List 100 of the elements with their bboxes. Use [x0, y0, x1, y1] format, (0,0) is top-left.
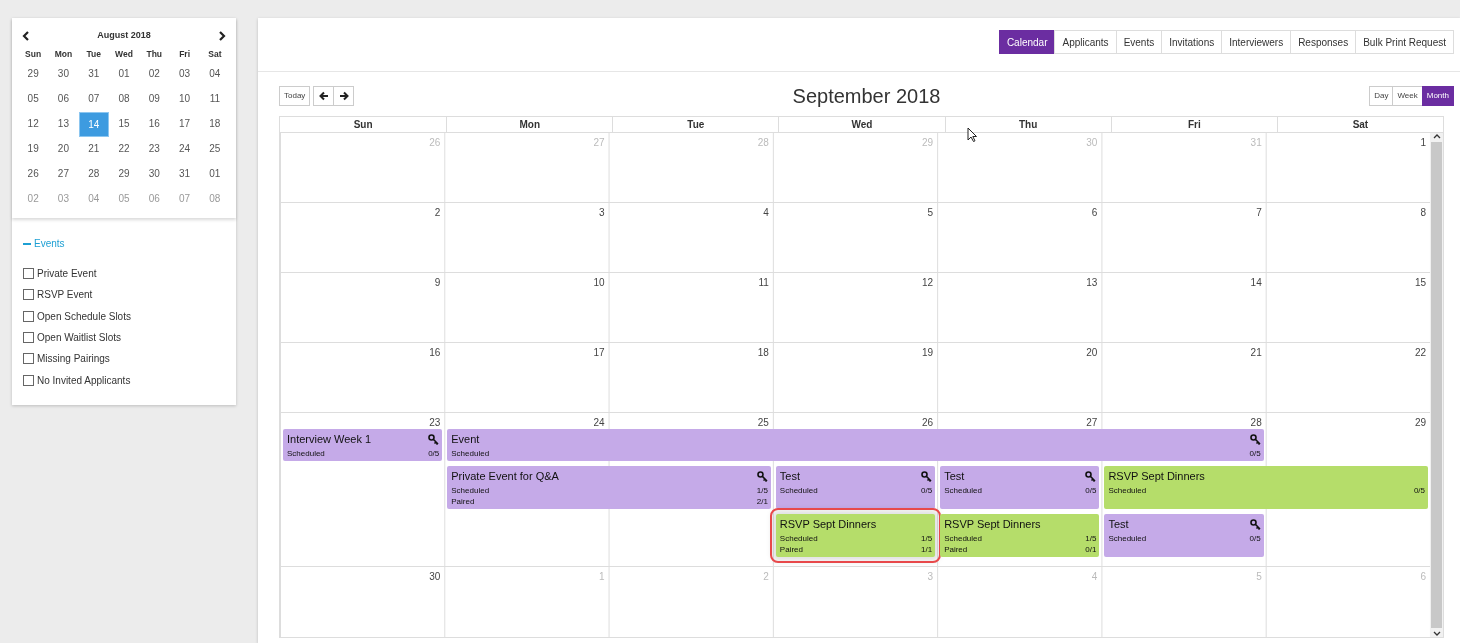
weekday-label: Thu [145, 48, 164, 61]
event-card[interactable]: Interview Week 1 Scheduled 0/5 [283, 429, 443, 461]
checkbox[interactable] [23, 289, 34, 301]
day-cell[interactable]: 18 [199, 112, 230, 137]
nav-tab[interactable]: Bulk Print Request [1355, 30, 1454, 54]
day-cell[interactable]: 02 [139, 62, 170, 87]
day-cell[interactable]: 01 [199, 162, 230, 187]
checkbox[interactable] [23, 353, 34, 365]
event-title: Interview Week 1 [287, 431, 372, 447]
next-button[interactable] [333, 86, 355, 106]
previous-month-button[interactable] [22, 31, 30, 41]
event-card[interactable]: Private Event for Q&A Scheduled 1/5 Paired 2/1 [447, 466, 771, 509]
day-cell[interactable]: 26 [18, 162, 49, 187]
today-button[interactable]: Today [279, 86, 311, 106]
day-cell[interactable]: 05 [18, 87, 49, 112]
event-stat-value: 1/5 [921, 533, 933, 544]
nav-tab[interactable]: Responses [1290, 30, 1357, 54]
checkbox[interactable] [23, 374, 34, 386]
weekday-label: Sat [207, 48, 223, 61]
day-cell[interactable]: 31 [78, 62, 109, 87]
day-cell[interactable]: 04 [199, 62, 230, 87]
day-number: 30 [1086, 136, 1099, 149]
view-button[interactable]: Day [1369, 86, 1394, 106]
day-cell[interactable]: 22 [108, 137, 140, 162]
event-title: Private Event for Q&A [451, 468, 559, 484]
event-card[interactable]: Event Scheduled 0/5 [447, 429, 1264, 461]
day-cell[interactable]: 21 [78, 137, 109, 162]
day-cell[interactable]: 20 [48, 137, 79, 162]
day-cell[interactable]: 23 [139, 137, 170, 162]
day-cell[interactable]: 06 [48, 87, 79, 112]
event-stat-label: Scheduled [944, 533, 982, 544]
view-button[interactable]: Week [1392, 86, 1423, 106]
previous-button[interactable] [313, 86, 335, 106]
day-cell[interactable]: 24 [169, 137, 200, 162]
nav-tab[interactable]: Invitations [1161, 30, 1223, 54]
event-card[interactable]: RSVP Sept Dinners Scheduled 0/5 [1104, 466, 1428, 509]
nav-tab[interactable]: Events [1115, 30, 1163, 54]
day-cell[interactable]: 31 [169, 162, 200, 187]
event-stat-label: Scheduled [451, 448, 490, 459]
event-stat-label: Scheduled [451, 485, 490, 496]
event-stat-label: Paired [779, 544, 803, 555]
day-number: 29 [1414, 416, 1427, 429]
day-cell[interactable]: 09 [139, 87, 170, 112]
day-number: 7 [1256, 206, 1263, 219]
day-cell[interactable]: 25 [199, 137, 230, 162]
event-title: Test [1108, 516, 1129, 532]
arrow-right-icon [338, 91, 349, 101]
day-cell[interactable]: 28 [78, 162, 109, 187]
event-stat-label: Scheduled [944, 485, 982, 496]
month-title: August 2018 [97, 29, 151, 43]
day-cell[interactable]: 13 [48, 112, 79, 137]
event-stat-label: Scheduled [1108, 485, 1147, 496]
nav-tab[interactable]: Calendar [998, 30, 1056, 54]
chevron-down-icon [1432, 630, 1441, 637]
checkbox[interactable] [23, 310, 34, 322]
day-cell[interactable]: 01 [108, 62, 140, 87]
day-cell[interactable]: 30 [139, 162, 170, 187]
day-number: 22 [1414, 346, 1427, 359]
day-cell[interactable]: 29 [18, 62, 49, 87]
day-number: 26 [922, 416, 935, 429]
event-stat-value: 0/5 [1249, 533, 1261, 544]
checkbox[interactable] [23, 268, 34, 280]
day-cell[interactable]: 11 [199, 87, 230, 112]
day-number: 12 [922, 276, 935, 289]
day-cell[interactable]: 19 [18, 137, 49, 162]
day-cell[interactable]: 27 [48, 162, 79, 187]
day-cell[interactable]: 03 [169, 62, 200, 87]
day-cell[interactable]: 30 [48, 62, 79, 87]
day-cell[interactable]: 16 [139, 112, 170, 137]
event-stat-label: Scheduled [779, 485, 818, 496]
view-button[interactable]: Month [1421, 86, 1454, 106]
key-icon [1249, 433, 1261, 445]
event-stat-value: 0/1 [1085, 544, 1097, 555]
day-number: 27 [1086, 416, 1099, 429]
nav-tab[interactable]: Applicants [1054, 30, 1117, 54]
mouse-pointer-icon [967, 127, 978, 143]
day-number: 1 [1420, 136, 1427, 149]
checkbox[interactable] [23, 332, 34, 344]
event-stat-label: Scheduled [779, 533, 818, 544]
day-cell[interactable]: 29 [108, 162, 140, 187]
day-cell[interactable]: 07 [78, 87, 109, 112]
event-card[interactable]: Test Scheduled 0/5 [940, 466, 1100, 509]
next-month-button[interactable] [218, 31, 226, 41]
day-cell[interactable]: 08 [108, 87, 140, 112]
weekday-label: Tue [85, 48, 102, 61]
event-title: RSVP Sept Dinners [944, 516, 1041, 532]
event-stat-label: Scheduled [287, 448, 325, 459]
day-number: 15 [1414, 276, 1427, 289]
day-cell[interactable]: 12 [18, 112, 49, 137]
nav-tab[interactable]: Interviewers [1221, 30, 1292, 54]
day-cell[interactable]: 10 [169, 87, 200, 112]
day-cell[interactable]: 17 [169, 112, 200, 137]
checkbox-label: Open Schedule Slots [37, 309, 131, 324]
event-card[interactable]: RSVP Sept Dinners Scheduled 1/5 Paired 0/1 [940, 514, 1100, 557]
weekday-label: Sun [24, 48, 43, 61]
checkbox-label: Open Waitlist Slots [37, 331, 122, 346]
event-card[interactable]: Test Scheduled 0/5 [775, 466, 936, 509]
day-cell[interactable]: 15 [108, 112, 140, 137]
event-card[interactable]: Test Scheduled 0/5 [1104, 514, 1264, 557]
scrollbar[interactable] [1430, 133, 1443, 637]
